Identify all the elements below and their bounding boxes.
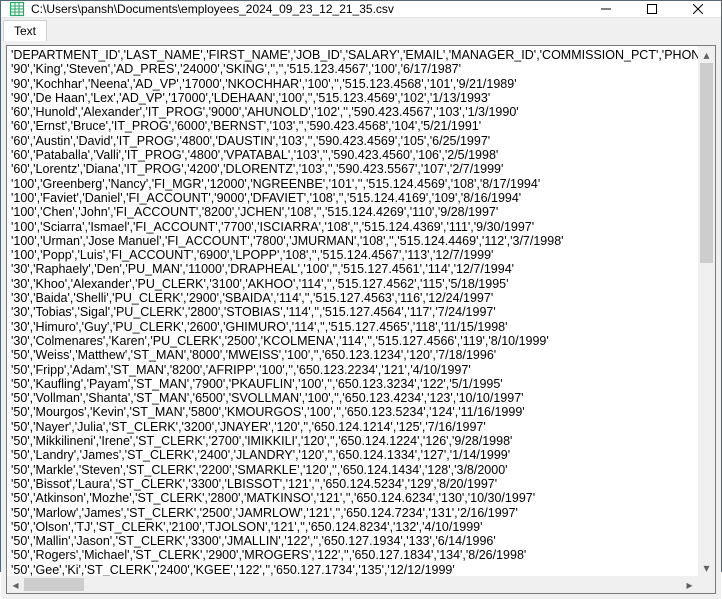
tab-text[interactable]: Text: [3, 20, 47, 41]
window-title: C:\Users\pansh\Documents\employees_2024_…: [31, 2, 583, 16]
maximize-button[interactable]: [629, 1, 675, 17]
scroll-down-icon[interactable]: ▾: [698, 559, 715, 576]
horizontal-scrollbar[interactable]: ◂ ▸: [7, 576, 698, 593]
client-area: Text 'DEPARTMENT_ID','LAST_NAME','FIRST_…: [1, 18, 721, 599]
app-icon: [9, 1, 25, 17]
text-pane[interactable]: 'DEPARTMENT_ID','LAST_NAME','FIRST_NAME'…: [6, 45, 716, 594]
tabstrip: Text: [1, 18, 721, 40]
vscroll-thumb[interactable]: [700, 63, 713, 263]
titlebar[interactable]: C:\Users\pansh\Documents\employees_2024_…: [1, 1, 721, 18]
hscroll-thumb[interactable]: [24, 578, 84, 591]
hscroll-track[interactable]: [24, 576, 681, 593]
vertical-scrollbar[interactable]: ▴ ▾: [698, 46, 715, 576]
csv-text[interactable]: 'DEPARTMENT_ID','LAST_NAME','FIRST_NAME'…: [7, 46, 715, 593]
scroll-up-icon[interactable]: ▴: [698, 46, 715, 63]
scroll-left-icon[interactable]: ◂: [7, 576, 24, 593]
app-window: C:\Users\pansh\Documents\employees_2024_…: [0, 0, 722, 572]
close-button[interactable]: [675, 1, 721, 17]
window-controls: [583, 1, 721, 17]
scroll-right-icon[interactable]: ▸: [681, 576, 698, 593]
vscroll-track[interactable]: [698, 63, 715, 559]
minimize-button[interactable]: [583, 1, 629, 17]
scroll-corner: [698, 576, 715, 593]
content-frame: 'DEPARTMENT_ID','LAST_NAME','FIRST_NAME'…: [1, 40, 721, 599]
